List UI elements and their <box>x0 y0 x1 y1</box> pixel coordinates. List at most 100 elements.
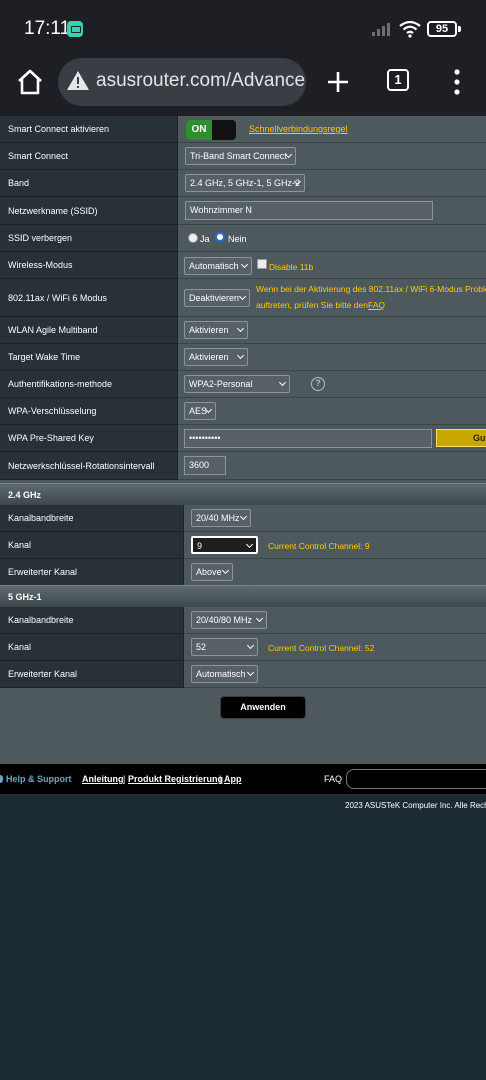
password-strength-button[interactable]: Gut <box>436 429 486 447</box>
channel-24-select[interactable]: 9 <box>191 536 258 554</box>
app-link[interactable]: App <box>224 774 242 784</box>
band-select[interactable]: 2.4 GHz, 5 GHz-1, 5 GHz-2 <box>185 174 305 192</box>
settings-row: Smart Connect Tri-Band Smart Connect <box>0 143 486 170</box>
wifi6-mode-select[interactable]: Deaktivieren <box>184 289 250 307</box>
psk-input[interactable]: •••••••••• <box>184 429 432 448</box>
row-label: Kanalbandbreite <box>0 505 184 532</box>
row-label: Smart Connect aktivieren <box>0 116 178 143</box>
wifi-icon <box>399 20 421 38</box>
row-label: Netzwerkname (SSID) <box>0 197 178 225</box>
row-label: Netzwerkschlüssel-Rotationsintervall <box>0 452 178 480</box>
settings-row: Band 2.4 GHz, 5 GHz-1, 5 GHz-2 <box>0 170 486 197</box>
router-settings-page: Smart Connect aktivieren ON Schnellverbi… <box>0 116 486 764</box>
row-label: Kanalbandbreite <box>0 607 184 634</box>
chevron-down-icon <box>240 260 249 269</box>
wifi6-note: Wenn bei der Aktivierung des 802.11ax / … <box>256 284 486 294</box>
tab-switcher-button[interactable]: 1 <box>387 69 409 91</box>
smart-connect-toggle[interactable]: ON <box>186 120 236 140</box>
radio-label-no: Nein <box>228 234 247 244</box>
section-header-2-4ghz: 2.4 GHz <box>0 483 486 505</box>
settings-row: Kanalbandbreite 20/40/80 MHz <box>0 607 486 634</box>
settings-row: Wireless-Modus Automatisch Disable 11b <box>0 252 486 279</box>
chevron-down-icon <box>245 540 254 549</box>
auth-method-select[interactable]: WPA2-Personal <box>184 375 290 393</box>
row-label: Erweiterter Kanal <box>0 661 184 688</box>
settings-row: Netzwerkname (SSID) Wohnzimmer N <box>0 197 486 225</box>
clock: 17:11 <box>24 18 71 39</box>
quick-connect-rule-link[interactable]: Schnellverbindungsregel <box>249 124 348 134</box>
help-icon <box>0 775 3 783</box>
hide-ssid-no-radio[interactable] <box>215 232 225 242</box>
chevron-down-icon <box>246 641 255 650</box>
bandwidth-24-select[interactable]: 20/40 MHz <box>191 509 251 527</box>
bandwidth-5-select[interactable]: 20/40/80 MHz <box>191 611 267 629</box>
chevron-down-icon <box>221 566 230 575</box>
smart-connect-select[interactable]: Tri-Band Smart Connect <box>185 147 296 165</box>
current-channel-5: Current Control Channel: 52 <box>268 643 375 653</box>
wifi6-note-line2: auftreten, prüfen Sie bitte den <box>256 300 368 310</box>
browser-toolbar: asusrouter.com/Advanced_ 1 <box>0 58 486 116</box>
home-icon[interactable] <box>14 66 46 98</box>
faq-link[interactable]: FAQ <box>368 300 385 310</box>
footer-separator: | <box>219 774 222 784</box>
footer: Help & Support Anleitung | Produkt Regis… <box>0 764 486 794</box>
row-label: WPA Pre-Shared Key <box>0 425 178 452</box>
row-label: WLAN Agile Multiband <box>0 317 178 344</box>
overflow-menu-icon[interactable] <box>446 66 468 98</box>
url-text[interactable]: asusrouter.com/Advanced_ <box>96 70 306 92</box>
settings-row: Erweiterter Kanal Automatisch <box>0 661 486 688</box>
hide-ssid-yes-radio[interactable] <box>188 233 198 243</box>
copyright-text: 2023 ASUSTeK Computer Inc. Alle Rechte <box>345 801 486 810</box>
row-label: Target Wake Time <box>0 344 178 371</box>
settings-row: Erweiterter Kanal Above <box>0 559 486 586</box>
battery-tip <box>458 26 461 32</box>
warning-icon[interactable] <box>66 69 90 93</box>
manual-link[interactable]: Anleitung <box>82 774 124 784</box>
channel-5-select[interactable]: 52 <box>191 638 258 656</box>
ext-channel-24-select[interactable]: Above <box>191 563 233 581</box>
apply-button[interactable]: Anwenden <box>220 696 306 719</box>
footer-separator: | <box>123 774 126 784</box>
address-bar[interactable]: asusrouter.com/Advanced_ <box>58 58 306 106</box>
settings-row: Kanal 9 Current Control Channel: 9 <box>0 532 486 559</box>
chevron-down-icon <box>246 668 255 677</box>
chevron-down-icon <box>278 378 287 387</box>
settings-row: Authentifikations-methode WPA2-Personal … <box>0 371 486 398</box>
settings-row: Netzwerkschlüssel-Rotationsintervall 360… <box>0 452 486 480</box>
row-label: Smart Connect <box>0 143 178 170</box>
status-bar: 17:11 95 <box>0 0 486 58</box>
product-registration-link[interactable]: Produkt Registrierung <box>128 774 223 784</box>
ssid-input[interactable]: Wohnzimmer N <box>185 201 433 220</box>
help-icon[interactable]: ? <box>311 377 325 391</box>
row-label: Kanal <box>0 532 184 559</box>
settings-row: Smart Connect aktivieren ON Schnellverbi… <box>0 116 486 143</box>
settings-row: Kanalbandbreite 20/40 MHz <box>0 505 486 532</box>
settings-row: WPA-Verschlüsselung AES <box>0 398 486 425</box>
settings-row: WLAN Agile Multiband Aktivieren <box>0 317 486 344</box>
settings-row: Target Wake Time Aktivieren <box>0 344 486 371</box>
disable-11b-checkbox[interactable] <box>257 259 267 269</box>
signal-icon <box>372 22 394 36</box>
settings-row: 802.11ax / WiFi 6 Modus Deaktivieren Wen… <box>0 279 486 317</box>
toggle-on-label: ON <box>186 120 212 140</box>
battery-icon: 95 <box>427 21 457 37</box>
wireless-mode-select[interactable]: Automatisch <box>184 257 252 275</box>
wpa-encryption-select[interactable]: AES <box>184 402 216 420</box>
key-rotation-input[interactable]: 3600 <box>184 456 226 475</box>
current-channel-24: Current Control Channel: 9 <box>268 541 370 551</box>
faq-search-input[interactable] <box>346 769 486 789</box>
radio-label-yes: Ja <box>200 234 210 244</box>
settings-row: SSID verbergen Ja Nein <box>0 225 486 252</box>
target-wake-time-select[interactable]: Aktivieren <box>184 348 248 366</box>
new-tab-icon[interactable] <box>322 66 354 98</box>
section-header-5ghz-1: 5 GHz-1 <box>0 585 486 607</box>
row-label: Kanal <box>0 634 184 661</box>
chevron-down-icon <box>236 351 245 360</box>
agile-multiband-select[interactable]: Aktivieren <box>184 321 248 339</box>
chevron-down-icon <box>238 292 247 301</box>
chevron-down-icon <box>239 512 248 521</box>
help-support-link[interactable]: Help & Support <box>6 774 72 784</box>
row-label: Authentifikations-methode <box>0 371 178 398</box>
disable-11b-label: Disable 11b <box>269 262 314 272</box>
ext-channel-5-select[interactable]: Automatisch <box>191 665 258 683</box>
